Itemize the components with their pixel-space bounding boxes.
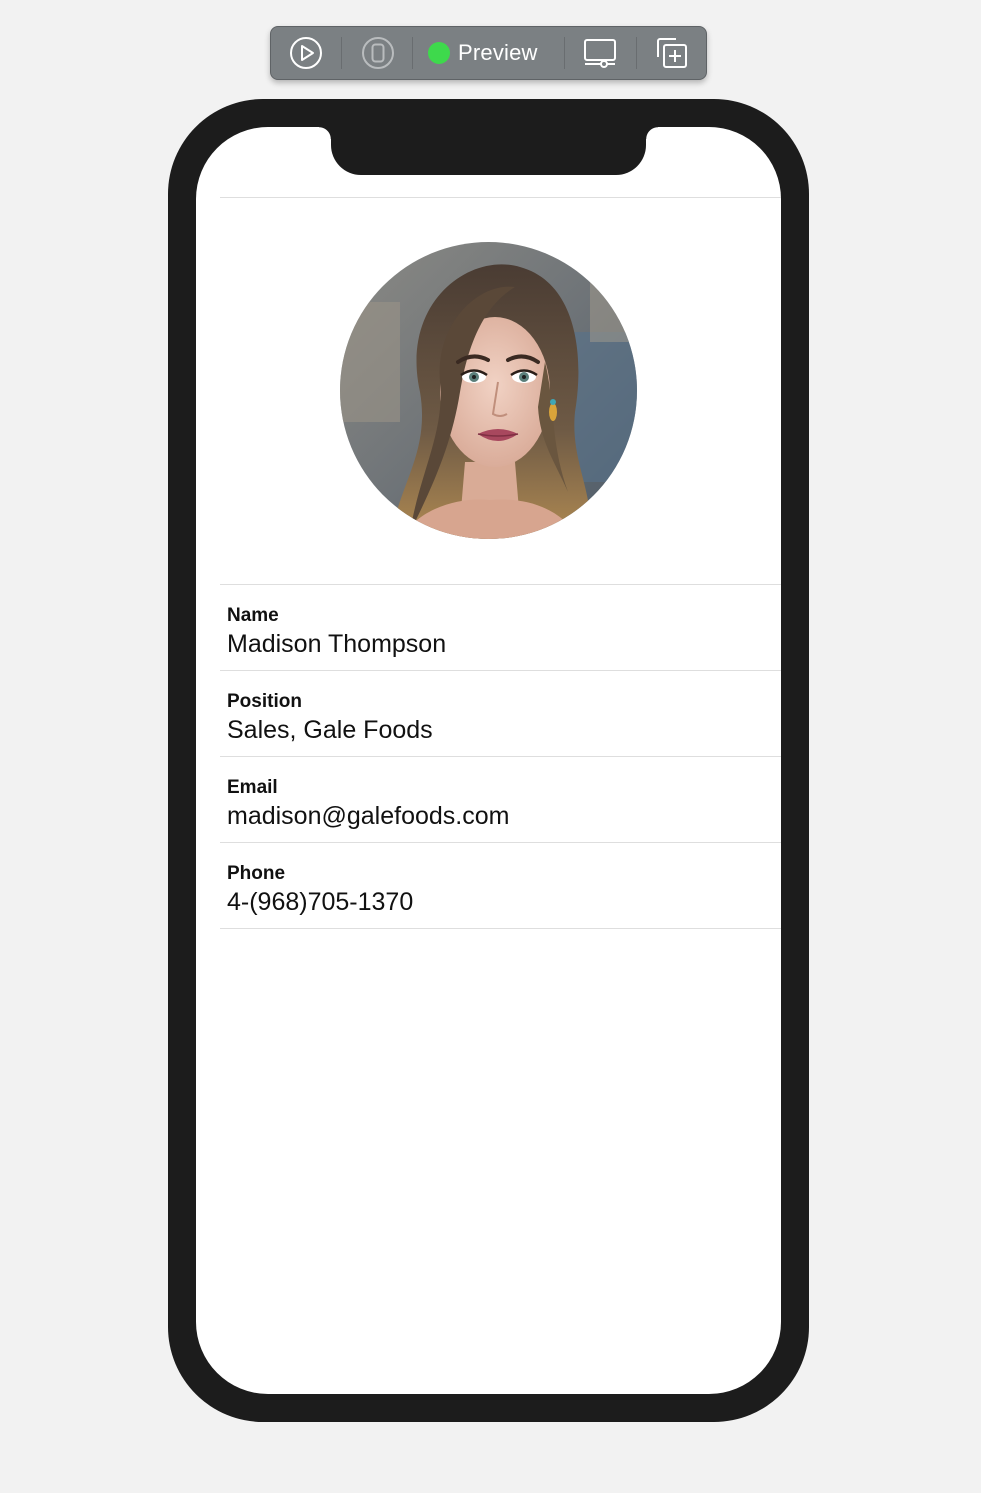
navigation-divider [220, 197, 781, 198]
toolbar-separator [412, 37, 413, 69]
name-label: Name [227, 605, 279, 626]
position-value: Sales, Gale Foods [227, 716, 433, 744]
avatar-illustration [340, 242, 637, 539]
play-circle-icon [290, 37, 322, 69]
profile-photo [340, 242, 637, 539]
toolbar-separator [564, 37, 565, 69]
list-item-position[interactable]: Position Sales, Gale Foods [220, 671, 781, 757]
position-label: Position [227, 691, 302, 712]
device-screen: Name Madison Thompson Position Sales, Ga… [196, 127, 781, 1394]
list-item-name[interactable]: Name Madison Thompson [220, 585, 781, 671]
duplicate-preview-button[interactable] [651, 27, 693, 79]
list-item-phone[interactable]: Phone 4-(968)705-1370 [220, 843, 781, 929]
toolbar-separator [341, 37, 342, 69]
device-frame: Name Madison Thompson Position Sales, Ga… [168, 99, 809, 1422]
preview-toolbar: Preview [270, 26, 707, 80]
email-label: Email [227, 777, 278, 798]
status-indicator [428, 42, 450, 64]
preview-label: Preview [458, 40, 538, 65]
device-settings-button[interactable] [579, 27, 621, 79]
device-icon [362, 37, 394, 69]
contact-details-list: Name Madison Thompson Position Sales, Ga… [220, 584, 781, 929]
name-value: Madison Thompson [227, 630, 447, 658]
preview-status: Preview [428, 27, 548, 79]
display-settings-icon [584, 39, 616, 68]
duplicate-preview-icon [657, 38, 687, 68]
phone-label: Phone [227, 863, 286, 884]
live-preview-button[interactable] [285, 27, 327, 79]
list-item-email[interactable]: Email madison@galefoods.com [220, 757, 781, 843]
device-preview-button[interactable] [357, 27, 399, 79]
email-value: madison@galefoods.com [227, 802, 510, 830]
phone-value: 4-(968)705-1370 [227, 888, 414, 916]
device-notch [319, 127, 658, 175]
toolbar-separator [636, 37, 637, 69]
